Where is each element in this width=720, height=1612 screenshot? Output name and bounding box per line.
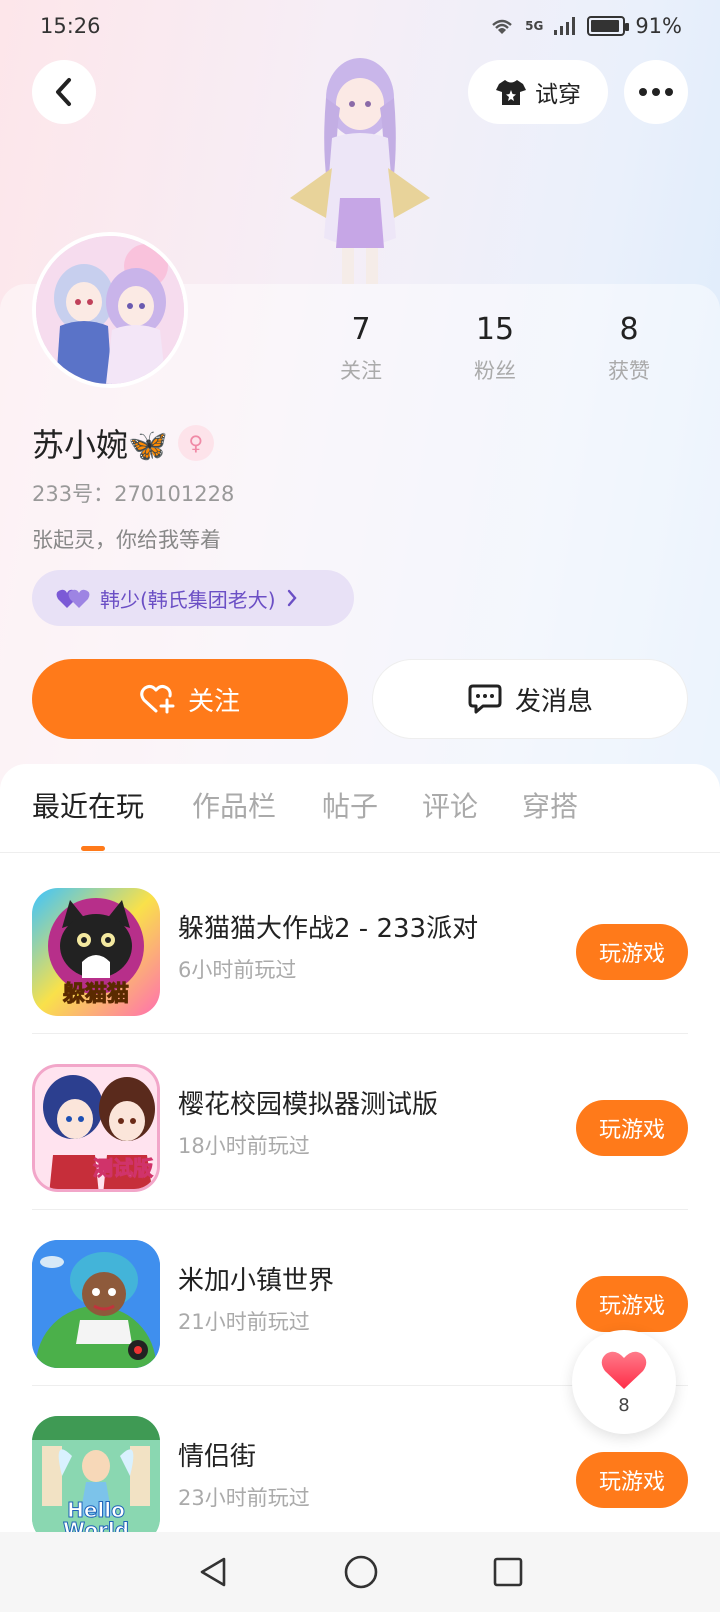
game-title: 躲猫猫大作战2 - 233派对 (178, 914, 479, 944)
game-title: 米加小镇世界 (178, 1266, 335, 1296)
chat-bubble-icon (468, 684, 502, 714)
avatar-3d-figure (270, 48, 450, 288)
game-last-played: 6小时前玩过 (178, 958, 297, 982)
user-bio: 张起灵，你给我等着 (32, 528, 221, 552)
status-bar: 15:26 5G 91% (0, 0, 720, 52)
user-id: 233号：270101228 (32, 482, 235, 506)
more-dots-icon (639, 88, 673, 96)
tabs-divider (0, 852, 720, 853)
heart-icon (601, 1351, 647, 1389)
stat-label: 获赞 (608, 359, 650, 383)
list-item[interactable]: 测试版 樱花校园模拟器测试版 18小时前玩过 玩游戏 (0, 1034, 720, 1210)
nav-home-icon[interactable] (343, 1554, 379, 1590)
play-game-button[interactable]: 玩游戏 (576, 1100, 688, 1156)
tab-indicator (81, 846, 105, 851)
try-on-label: 试穿 (535, 82, 581, 108)
tab-recent-playing[interactable]: 最近在玩 (32, 785, 144, 825)
female-icon: ♀ (177, 425, 214, 461)
list-item[interactable]: 躲猫猫 躲猫猫大作战2 - 233派对 6小时前玩过 玩游戏 (0, 858, 720, 1034)
signal-icon (554, 17, 576, 35)
battery-icon (587, 16, 630, 36)
tab-outfits[interactable]: 穿搭 (522, 785, 578, 825)
wifi-icon (492, 19, 512, 34)
game-last-played: 23小时前玩过 (178, 1486, 310, 1510)
tab-comments[interactable]: 评论 (422, 785, 478, 825)
nav-back-icon[interactable] (196, 1555, 230, 1589)
game-icon: 躲猫猫 (32, 888, 160, 1016)
follow-label: 关注 (187, 686, 240, 717)
status-time: 15:26 (40, 14, 101, 38)
send-message-button[interactable]: 发消息 (372, 659, 688, 739)
game-icon: 测试版 (32, 1064, 160, 1192)
double-heart-icon (56, 589, 90, 608)
game-last-played: 21小时前玩过 (178, 1310, 310, 1334)
play-game-button[interactable]: 玩游戏 (576, 924, 688, 980)
chevron-left-icon (56, 78, 71, 106)
like-count: 8 (618, 1394, 630, 1416)
relation-tag[interactable]: 韩少(韩氏集团老大) (32, 570, 354, 626)
message-label: 发消息 (514, 686, 593, 717)
game-last-played: 18小时前玩过 (178, 1134, 310, 1158)
relation-label: 韩少(韩氏集团老大) (100, 587, 276, 612)
game-title: 情侣街 (178, 1442, 257, 1472)
stat-label: 关注 (340, 359, 382, 383)
tab-works[interactable]: 作品栏 (192, 785, 276, 825)
stat-label: 粉丝 (474, 359, 516, 383)
follow-button[interactable]: 关注 (32, 659, 348, 739)
back-button[interactable] (32, 60, 96, 124)
user-name: 苏小婉🦋 (32, 426, 168, 464)
play-game-button[interactable]: 玩游戏 (576, 1452, 688, 1508)
tab-posts[interactable]: 帖子 (322, 785, 378, 825)
profile-tabs: 最近在玩 作品栏 帖子 评论 穿搭 (0, 785, 720, 853)
game-icon (32, 1240, 160, 1368)
heart-plus-icon (140, 684, 175, 714)
like-button[interactable]: 8 (572, 1330, 676, 1434)
more-button[interactable] (624, 60, 688, 124)
status-icons: 5G 91% (489, 14, 682, 38)
user-avatar[interactable] (32, 232, 188, 388)
stat-following[interactable]: 7 关注 (306, 312, 416, 385)
game-icon-text: 测试版 (93, 1156, 154, 1181)
battery-level: 91% (635, 14, 682, 38)
game-icon-text: 躲猫猫 (62, 982, 129, 1008)
network-label: 5G (525, 19, 544, 33)
nav-recents-icon[interactable] (492, 1556, 524, 1588)
shirt-icon (496, 80, 526, 105)
stat-value: 15 (475, 312, 515, 347)
name-row: 苏小婉🦋 ♀ (32, 420, 214, 466)
stat-likes[interactable]: 8 获赞 (574, 312, 684, 385)
game-title: 樱花校园模拟器测试版 (178, 1090, 439, 1120)
play-game-button[interactable]: 玩游戏 (576, 1276, 688, 1332)
chevron-right-icon (287, 589, 297, 607)
stat-followers[interactable]: 15 粉丝 (440, 312, 550, 385)
game-icon: Hello World (32, 1416, 160, 1544)
stat-value: 7 (351, 312, 371, 347)
try-on-button[interactable]: 试穿 (468, 60, 608, 124)
stat-value: 8 (619, 312, 639, 347)
system-nav-bar (0, 1532, 720, 1612)
